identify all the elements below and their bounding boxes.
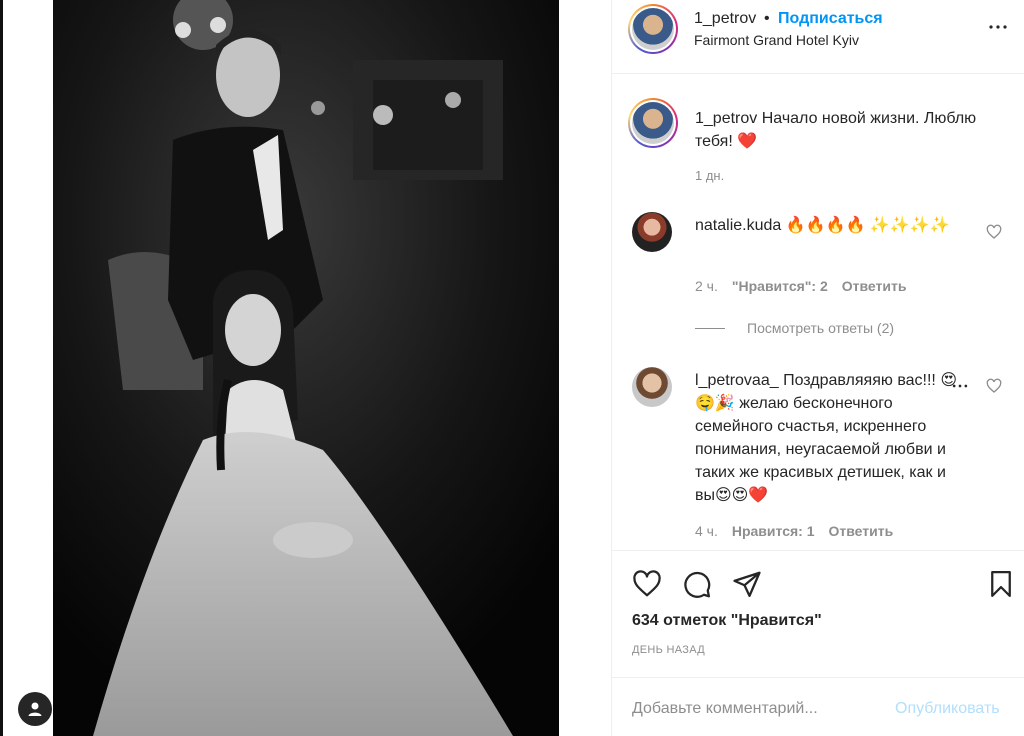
comment-body: l_petrovaa_ Поздравляяяю вас!!! 😍🤤🎉 жела… — [695, 369, 965, 507]
post-caption: 1_petrov Начало новой жизни. Люблю тебя!… — [695, 107, 985, 153]
posted-time[interactable]: ДЕНЬ НАЗАД — [632, 644, 705, 656]
likes-count[interactable]: 634 отметок "Нравится" — [632, 612, 822, 630]
likes-label: отметок "Нравится" — [663, 612, 822, 629]
more-options-icon[interactable] — [986, 15, 1010, 39]
view-replies-button[interactable]: Посмотреть ответы (2) — [695, 320, 894, 336]
heart-icon[interactable] — [632, 569, 662, 599]
view-replies-label: Посмотреть ответы (2) — [747, 320, 895, 336]
follow-button[interactable]: Подписаться — [778, 10, 883, 28]
comment-avatar[interactable] — [632, 212, 672, 252]
comment-meta: 2 ч. "Нравится": 2 Ответить — [695, 278, 906, 294]
comment-body: natalie.kuda 🔥🔥🔥🔥 ✨✨✨✨ — [695, 214, 965, 237]
comment-reply-button[interactable]: Ответить — [842, 278, 907, 294]
bookmark-icon[interactable] — [986, 569, 1016, 599]
person-icon — [28, 702, 42, 716]
window-edge — [0, 0, 3, 736]
caption-username[interactable]: 1_petrov — [695, 110, 757, 127]
publish-button[interactable]: Опубликовать — [895, 700, 1000, 718]
share-icon[interactable] — [732, 569, 762, 599]
post-actions: 634 отметок "Нравится" ДЕНЬ НАЗАД — [612, 550, 1024, 666]
caption-avatar[interactable] — [628, 98, 678, 148]
header-username[interactable]: 1_petrov — [694, 10, 756, 28]
comment-like-icon[interactable] — [986, 378, 1002, 394]
header-avatar[interactable] — [628, 4, 678, 54]
profile-button[interactable] — [18, 692, 52, 726]
wedding-photo-image — [53, 0, 559, 736]
comment-time[interactable]: 4 ч. — [695, 523, 718, 539]
comment-time[interactable]: 2 ч. — [695, 278, 718, 294]
left-gutter — [0, 0, 53, 736]
comment-username[interactable]: l_petrovaa_ — [695, 372, 779, 389]
post-header: 1_petrov • Подписаться Fairmont Grand Ho… — [612, 0, 1024, 74]
likes-number: 634 — [632, 612, 659, 629]
replies-divider — [695, 327, 725, 329]
comment-likes[interactable]: "Нравится": 2 — [732, 278, 828, 294]
caption-emoji: ❤️ — [737, 133, 758, 150]
comment-like-icon[interactable] — [986, 224, 1002, 240]
comment-text: Поздравляяяю вас!!! 😍🤤🎉 желаю бесконечно… — [695, 372, 957, 504]
comment-options-icon[interactable] — [950, 376, 970, 396]
comment-input[interactable]: Добавьте комментарий... — [632, 700, 818, 718]
post-side-panel: 1_petrov • Подписаться Fairmont Grand Ho… — [611, 0, 1024, 736]
location-link[interactable]: Fairmont Grand Hotel Kyiv — [694, 32, 859, 48]
comment-icon[interactable] — [682, 569, 712, 599]
comment-username[interactable]: natalie.kuda — [695, 217, 781, 234]
post-photo[interactable] — [53, 0, 559, 736]
add-comment-bar: Добавьте комментарий... Опубликовать — [612, 677, 1024, 736]
caption-timestamp[interactable]: 1 дн. — [695, 168, 724, 183]
comment-reply-button[interactable]: Ответить — [829, 523, 894, 539]
comment-avatar[interactable] — [632, 367, 672, 407]
comment-likes[interactable]: Нравится: 1 — [732, 523, 815, 539]
comment-text: 🔥🔥🔥🔥 ✨✨✨✨ — [785, 217, 950, 234]
comment-meta: 4 ч. Нравится: 1 Ответить — [695, 523, 893, 539]
header-separator: • — [764, 10, 770, 27]
photo-panel-gap — [559, 0, 611, 736]
